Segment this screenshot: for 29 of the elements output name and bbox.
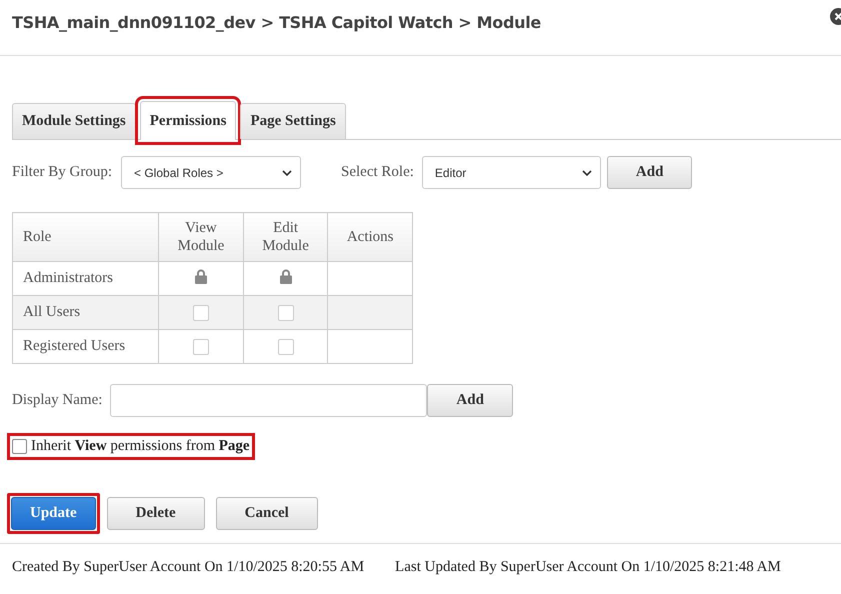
table-cell: All Users: [12, 296, 159, 330]
table-cell: Registered Users: [12, 330, 159, 364]
add-button[interactable]: Add: [606, 156, 692, 189]
filter-label: Filter By Group:: [12, 164, 112, 181]
action-button[interactable]: Update: [11, 497, 96, 530]
add-button[interactable]: Add: [427, 384, 513, 417]
column-header: Actions: [328, 212, 412, 262]
action-button[interactable]: Cancel: [216, 497, 318, 530]
group-dropdown[interactable]: < Global Roles >: [121, 156, 301, 189]
checkbox[interactable]: [12, 439, 27, 454]
role-dropdown[interactable]: Editor: [422, 156, 601, 189]
checkbox[interactable]: [192, 304, 209, 321]
column-header: Edit Module: [243, 212, 328, 262]
checkbox[interactable]: [192, 338, 209, 355]
display-name-field[interactable]: [110, 384, 428, 417]
checkbox[interactable]: [278, 304, 294, 321]
display-name-label: Display Name:: [12, 392, 102, 409]
column-header: Role: [12, 212, 159, 262]
caret-icon: [582, 170, 592, 176]
caret-icon: [282, 170, 292, 176]
created-info: Created By SuperUser Account On 1/10/2025 8:20:55 AM: [12, 559, 364, 576]
updated-info: Last Updated By SuperUser Account On 1/10/2025 8:21:48 AM: [395, 559, 781, 576]
action-button[interactable]: Delete: [106, 497, 205, 530]
column-header: View Module: [158, 212, 244, 262]
tab[interactable]: Module Settings: [12, 103, 136, 139]
tab[interactable]: Page Settings: [240, 103, 346, 139]
window-title: TSHA_main_dnn091102_dev > TSHA Capitol Watch > Module: [12, 13, 541, 34]
checkbox[interactable]: [278, 338, 294, 355]
role-label: Select Role:: [341, 164, 414, 181]
